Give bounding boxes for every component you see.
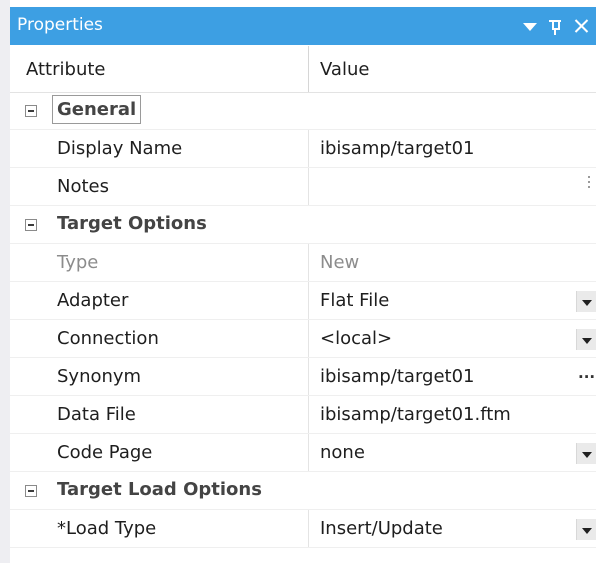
- property-value[interactable]: <local>: [320, 328, 392, 349]
- property-name: Adapter: [57, 290, 129, 311]
- collapse-icon[interactable]: [25, 485, 37, 497]
- panel-title: Properties: [17, 15, 103, 35]
- value-column-header: Value: [320, 59, 370, 80]
- category-label: Target Options: [57, 213, 207, 234]
- property-name: *Load Type: [57, 518, 157, 539]
- browse-button[interactable]: ...: [578, 364, 596, 386]
- property-name: Notes: [57, 176, 109, 197]
- property-synonym[interactable]: Synonym ibisamp/target01 ...: [10, 358, 596, 396]
- property-name: Code Page: [57, 442, 153, 463]
- property-value[interactable]: Insert/Update: [320, 518, 443, 539]
- property-notes[interactable]: Notes: [10, 168, 596, 206]
- more-icon[interactable]: [588, 176, 590, 194]
- panel-left-edge: [0, 0, 10, 563]
- property-name: Type: [57, 252, 99, 273]
- property-value[interactable]: none: [320, 442, 365, 463]
- category-general[interactable]: General: [10, 92, 596, 130]
- property-name: Data File: [57, 404, 136, 425]
- attribute-column-header: Attribute: [26, 59, 106, 80]
- property-value[interactable]: Flat File: [320, 290, 389, 311]
- property-data-file[interactable]: Data File ibisamp/target01.ftm: [10, 396, 596, 434]
- category-label: General: [52, 95, 142, 124]
- property-connection[interactable]: Connection <local>: [10, 320, 596, 358]
- pin-icon[interactable]: [544, 12, 568, 40]
- property-value[interactable]: ibisamp/target01: [320, 366, 475, 387]
- property-value[interactable]: ibisamp/target01.ftm: [320, 404, 511, 425]
- property-name: Display Name: [57, 138, 183, 159]
- property-grid-header: Attribute Value: [10, 46, 596, 93]
- dropdown-arrow-icon[interactable]: [576, 443, 596, 464]
- property-code-page[interactable]: Code Page none: [10, 434, 596, 472]
- dropdown-arrow-icon[interactable]: [576, 291, 596, 312]
- close-icon[interactable]: [569, 12, 593, 40]
- property-adapter[interactable]: Adapter Flat File: [10, 282, 596, 320]
- column-separator[interactable]: [308, 46, 309, 92]
- property-name: Synonym: [57, 366, 142, 387]
- category-label: Target Load Options: [57, 479, 262, 500]
- collapse-icon[interactable]: [25, 105, 37, 117]
- property-load-type[interactable]: *Load Type Insert/Update: [10, 510, 596, 548]
- chevron-down-icon[interactable]: [517, 12, 541, 40]
- dropdown-arrow-icon[interactable]: [576, 519, 596, 540]
- property-grid: General Display Name ibisamp/target01 No…: [10, 92, 596, 548]
- property-display-name[interactable]: Display Name ibisamp/target01: [10, 130, 596, 168]
- dropdown-arrow-icon[interactable]: [576, 329, 596, 350]
- properties-panel: Properties Attribute Value General Displ…: [0, 0, 596, 563]
- property-value[interactable]: ibisamp/target01: [320, 138, 475, 159]
- properties-titlebar: Properties: [10, 7, 596, 45]
- property-type: Type New: [10, 244, 596, 282]
- property-value: New: [320, 252, 360, 273]
- collapse-icon[interactable]: [25, 219, 37, 231]
- category-target-load-options[interactable]: Target Load Options: [10, 472, 596, 510]
- category-target-options[interactable]: Target Options: [10, 206, 596, 244]
- property-name: Connection: [57, 328, 159, 349]
